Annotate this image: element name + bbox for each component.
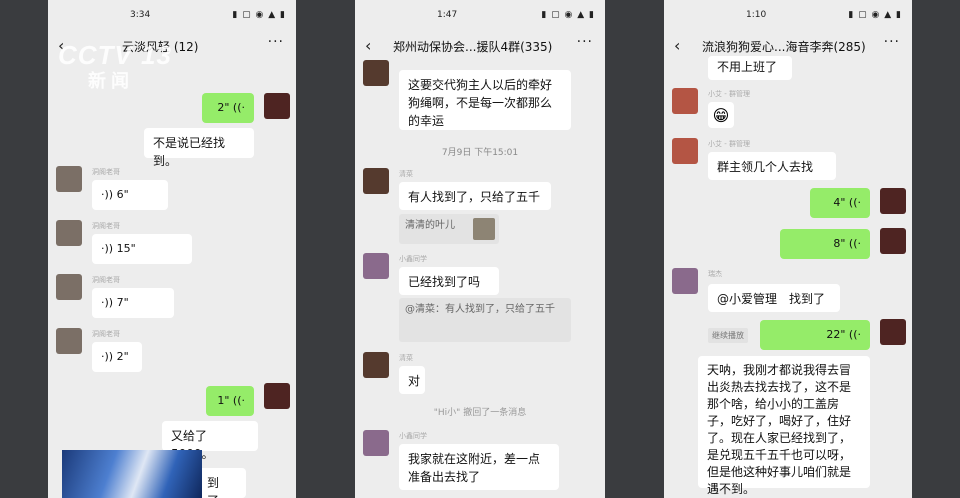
message-bubble[interactable]: 天呐，我刚才都说我得去冒出炎热去找去找了，这不是那个啥，给小小的工盖房子，吃好了… <box>698 356 870 496</box>
chat-panel-2: 1:47 ▮ ▢ ◉ ▲ ▮ ‹ 郑州动保协会...援队4群(335) ··· … <box>355 0 605 498</box>
message-bubble[interactable]: 群主领几个人去找 <box>708 152 836 180</box>
quoted-image-thumbnail[interactable] <box>473 218 495 240</box>
voice-message[interactable]: 2" ((· <box>202 93 254 123</box>
status-icons: ▮ ▢ ◉ ▲ ▮ <box>541 10 595 20</box>
right-backdrop <box>912 0 960 498</box>
voice-message[interactable]: ·)) 6" <box>92 180 168 210</box>
message-bubble[interactable]: 有人找到了，只给了五千 <box>399 182 551 210</box>
avatar-member[interactable] <box>672 138 698 164</box>
avatar-member[interactable] <box>56 166 82 192</box>
sender-name: 小鑫同学 <box>399 432 427 440</box>
message-bubble[interactable]: 又给了 5000。 <box>162 421 258 461</box>
avatar-member[interactable] <box>672 268 698 294</box>
broadcast-graphic <box>62 450 202 498</box>
middle-backdrop-1 <box>296 0 355 498</box>
more-icon[interactable]: ··· <box>577 34 593 50</box>
avatar-self[interactable] <box>880 188 906 214</box>
avatar-member[interactable] <box>672 88 698 114</box>
chat-header: ‹ 郑州动保协会...援队4群(335) ··· <box>355 30 605 64</box>
avatar-member[interactable] <box>363 253 389 279</box>
message-bubble[interactable]: 我家就在这附近，差一点准备出去找了 <box>399 444 559 490</box>
status-icons: ▮ ▢ ◉ ▲ ▮ <box>232 10 286 20</box>
recall-notice: "Hi小" 撤回了一条消息 <box>355 405 605 418</box>
voice-message[interactable]: 8" ((· <box>780 229 870 259</box>
voice-message[interactable]: ·)) 2" <box>92 342 142 372</box>
sender-name: 小艾 - 群管理 <box>708 90 750 98</box>
message-bubble[interactable]: 不用上班了 <box>708 56 792 80</box>
sender-name: 洞阁老哥 <box>92 222 120 230</box>
sender-name: 瑞杰 <box>708 270 722 278</box>
voice-message[interactable]: 1" ((· <box>206 386 254 416</box>
sender-name: 洞阁老哥 <box>92 168 120 176</box>
avatar-member[interactable] <box>56 220 82 246</box>
sender-name: 清菜 <box>399 354 413 362</box>
voice-message[interactable]: 22" ((· <box>760 320 870 350</box>
recall-text: 撤回了一条消息 <box>463 408 527 418</box>
status-icons: ▮ ▢ ◉ ▲ ▮ <box>848 10 902 20</box>
continue-play-badge[interactable]: 继续播放 <box>708 328 748 343</box>
broadcaster-logo: CCTV 13 新 闻 <box>58 40 172 93</box>
chat-title: 郑州动保协会...援队4群(335) <box>393 40 553 54</box>
status-time: 1:10 <box>746 10 767 20</box>
grin-emoji-icon[interactable]: 😁 <box>708 102 734 128</box>
status-time: 1:47 <box>437 10 458 20</box>
quoted-message-text: 清清的叶儿 <box>405 220 455 231</box>
status-time: 3:34 <box>130 10 151 20</box>
left-backdrop <box>0 0 48 498</box>
message-bubble[interactable]: 不是说已经找到。 <box>144 128 254 168</box>
avatar-member[interactable] <box>56 328 82 354</box>
quoted-message[interactable]: @清菜：有人找到了，只给了五千 <box>399 298 571 342</box>
sender-name: 小艾 - 群管理 <box>708 140 750 148</box>
status-bar: 1:10 ▮ ▢ ◉ ▲ ▮ <box>664 8 912 24</box>
more-icon[interactable]: ··· <box>268 34 284 50</box>
status-bar: 3:34 ▮ ▢ ◉ ▲ ▮ <box>48 8 296 24</box>
voice-message[interactable]: 4" ((· <box>810 188 870 218</box>
avatar-member[interactable] <box>363 430 389 456</box>
chat-title: 流浪狗狗爱心...海音李奔(285) <box>702 40 866 54</box>
avatar-member[interactable] <box>363 352 389 378</box>
sender-name: 洞阁老哥 <box>92 330 120 338</box>
message-bubble[interactable]: 到了。 <box>198 468 246 498</box>
avatar-self[interactable] <box>880 319 906 345</box>
quoted-message-text: @清菜：有人找到了，只给了五千 <box>405 304 555 315</box>
avatar-self[interactable] <box>880 228 906 254</box>
timestamp: 7月9日 下午15:01 <box>441 148 519 158</box>
sender-name: 清菜 <box>399 170 413 178</box>
back-arrow-icon[interactable]: ‹ <box>674 36 680 55</box>
message-bubble[interactable]: 对 <box>399 366 425 394</box>
avatar-self[interactable] <box>264 93 290 119</box>
voice-message[interactable]: ·)) 7" <box>92 288 174 318</box>
avatar-member[interactable] <box>363 168 389 194</box>
more-icon[interactable]: ··· <box>884 34 900 50</box>
sender-name: 小鑫同学 <box>399 255 427 263</box>
message-bubble[interactable]: @小爱管理 找到了 <box>708 284 840 312</box>
message-bubble[interactable]: 这要交代狗主人以后的牵好狗绳啊，不是每一次都那么的幸运 <box>399 70 571 130</box>
chat-panel-3: 1:10 ▮ ▢ ◉ ▲ ▮ ‹ 流浪狗狗爱心...海音李奔(285) ··· … <box>664 0 912 498</box>
middle-backdrop-2 <box>605 0 664 498</box>
status-bar: 1:47 ▮ ▢ ◉ ▲ ▮ <box>355 8 605 24</box>
back-arrow-icon[interactable]: ‹ <box>365 36 371 55</box>
recall-sender: "Hi小" <box>433 408 461 418</box>
avatar-self[interactable] <box>264 383 290 409</box>
avatar-member[interactable] <box>363 60 389 86</box>
avatar-member[interactable] <box>56 274 82 300</box>
message-bubble[interactable]: 已经找到了吗 <box>399 267 499 295</box>
voice-message[interactable]: ·)) 15" <box>92 234 192 264</box>
sender-name: 洞阁老哥 <box>92 276 120 284</box>
